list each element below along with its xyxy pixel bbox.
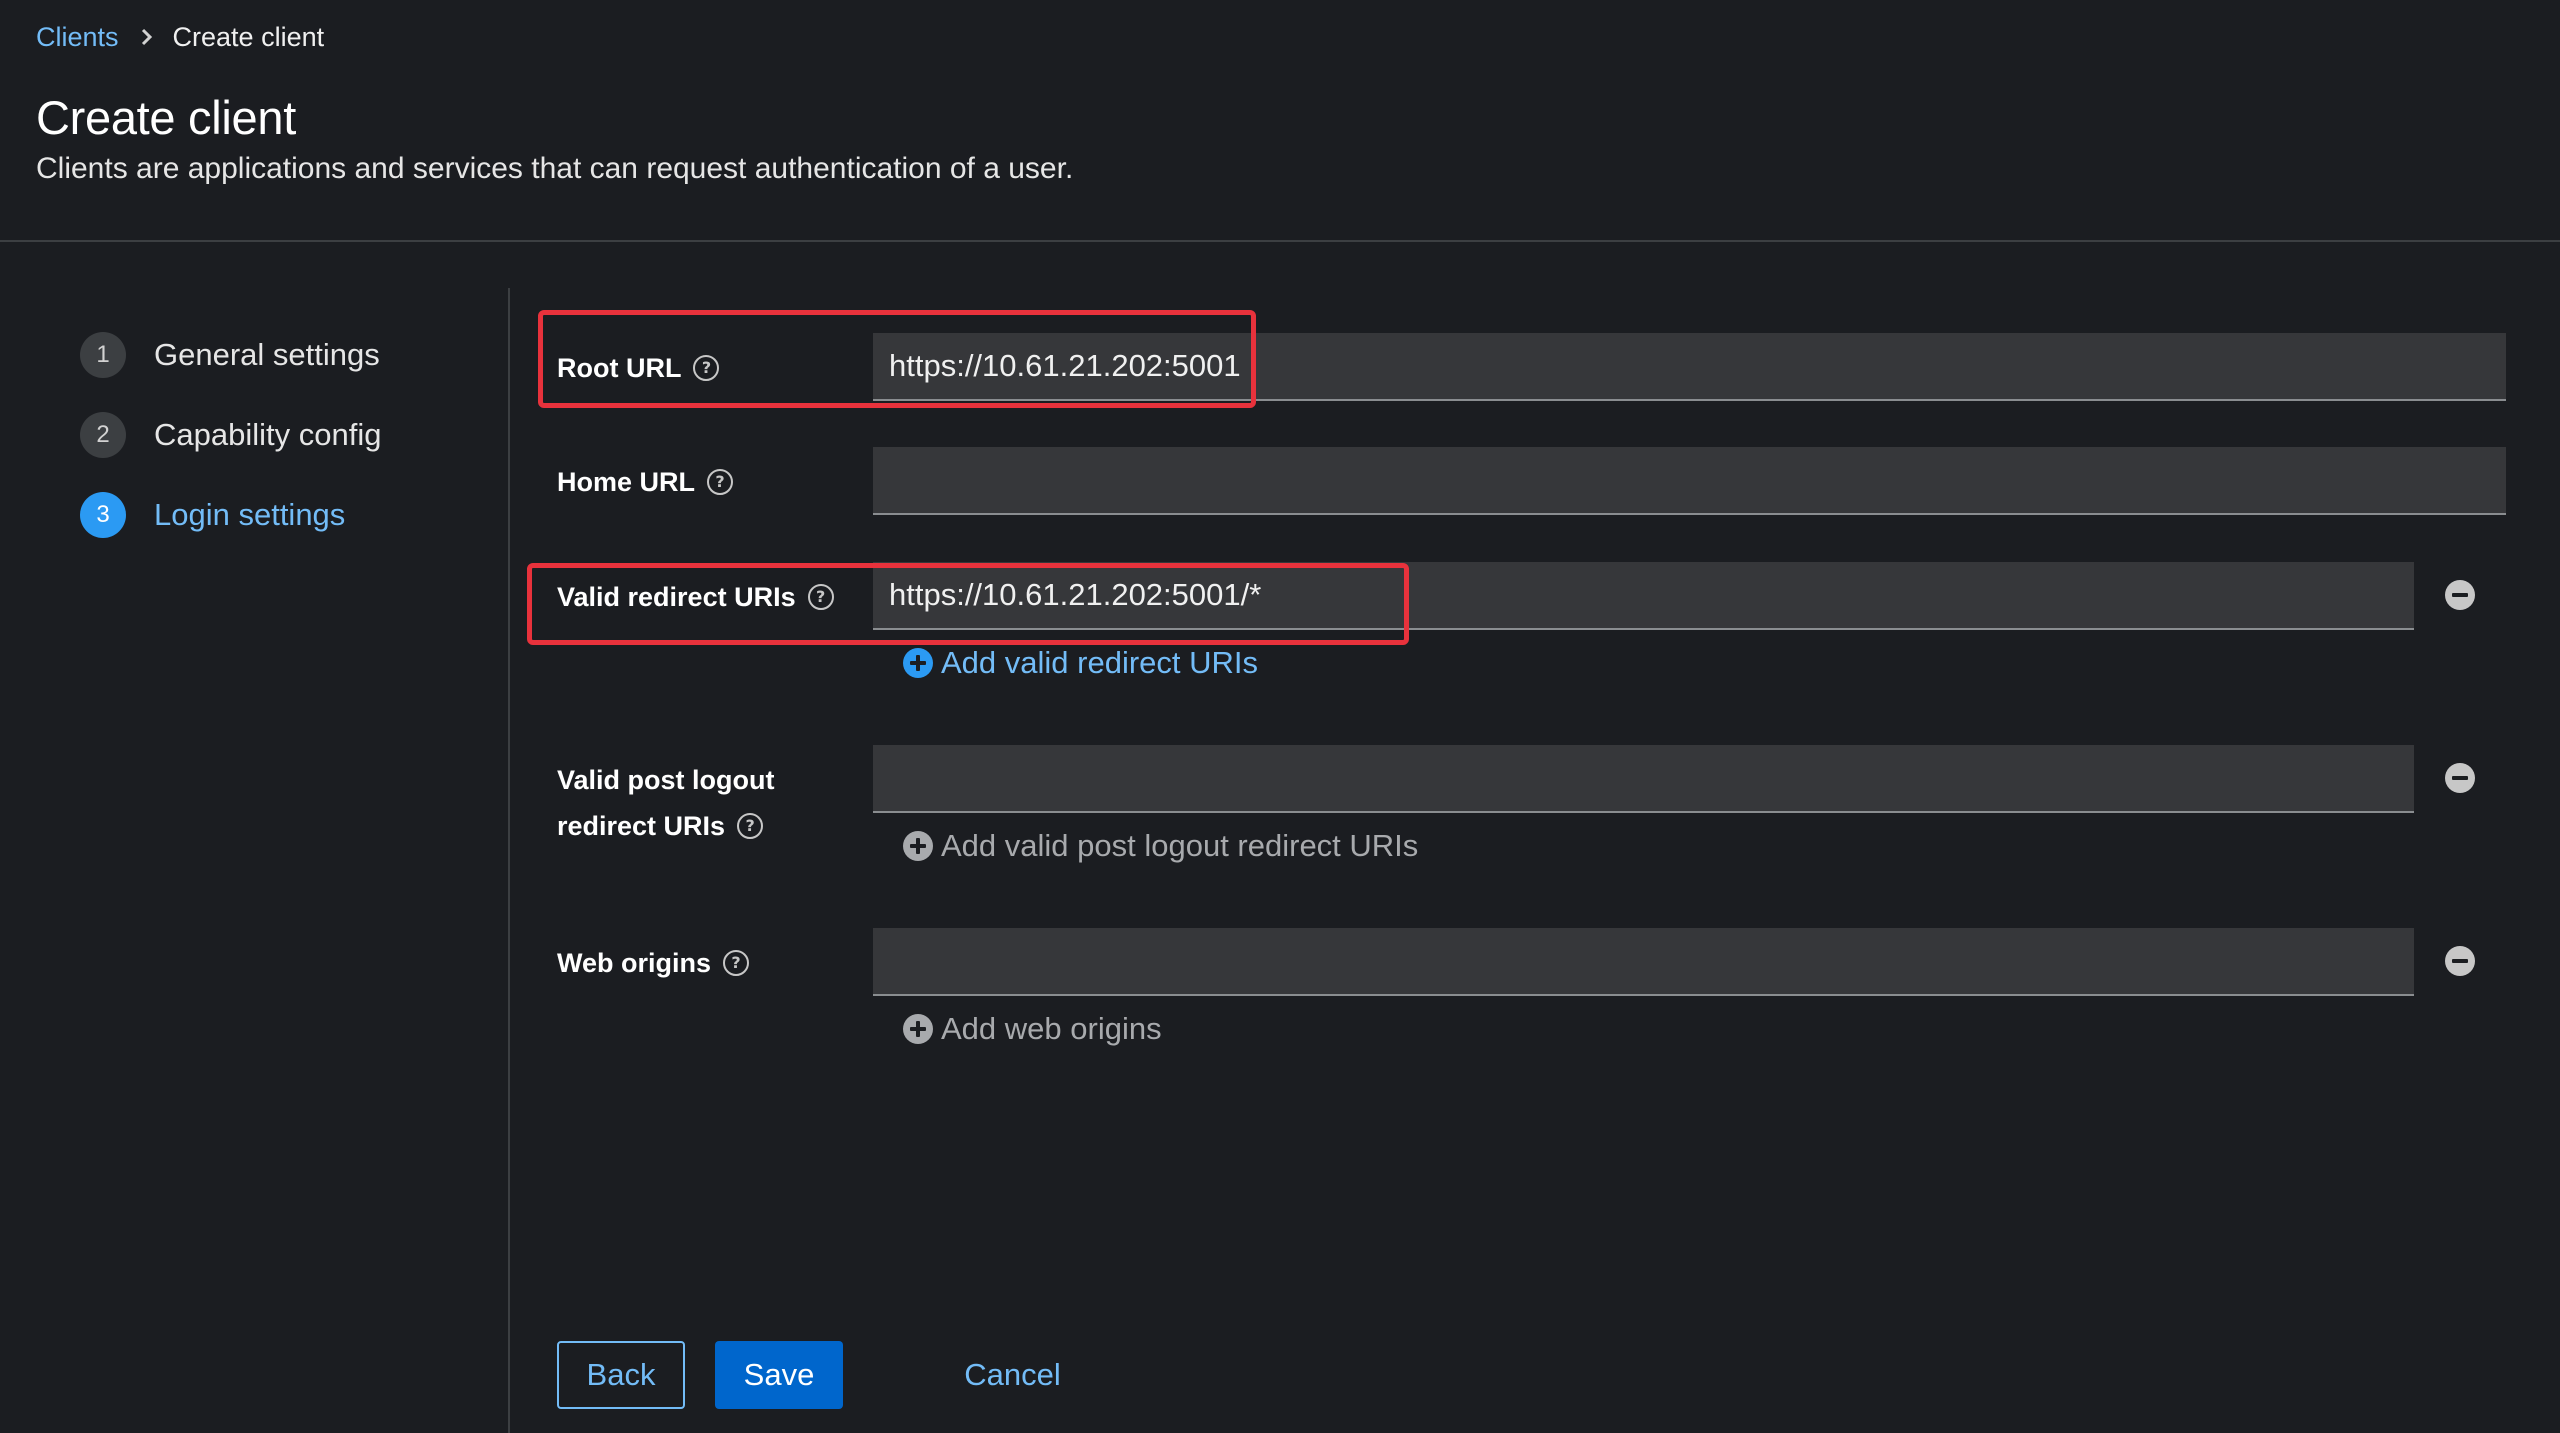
breadcrumb-clients-link[interactable]: Clients: [36, 22, 119, 53]
add-valid-redirect-uris-text: Add valid redirect URIs: [941, 645, 1259, 680]
add-valid-redirect-uris-link[interactable]: Add valid redirect URIs: [903, 645, 1258, 681]
web-origins-label-text: Web origins: [557, 948, 712, 978]
wizard-nav: 1 General settings 2 Capability config 3…: [0, 288, 510, 1433]
remove-web-origin-icon[interactable]: [2445, 946, 2475, 976]
step-number: 3: [80, 492, 126, 538]
web-origins-input[interactable]: [873, 928, 2414, 996]
help-icon[interactable]: ?: [807, 583, 834, 610]
plus-circle-icon: [903, 648, 933, 678]
home-url-input[interactable]: [873, 447, 2506, 515]
plus-circle-icon: [903, 1014, 933, 1044]
step-label: Login settings: [154, 497, 346, 532]
wizard-step-capability-config[interactable]: 2 Capability config: [80, 412, 381, 458]
step-number: 2: [80, 412, 126, 458]
add-valid-post-logout-text: Add valid post logout redirect URIs: [941, 828, 1419, 863]
help-icon[interactable]: ?: [737, 812, 764, 839]
add-web-origins-link[interactable]: Add web origins: [903, 1011, 1162, 1047]
breadcrumb: Clients Create client: [36, 20, 324, 54]
plus-circle-icon: [903, 831, 933, 861]
breadcrumb-current: Create client: [172, 21, 325, 52]
valid-post-logout-label-line2: redirect URIs: [557, 811, 726, 841]
page-title: Create client: [36, 91, 296, 144]
root-url-label: Root URL?: [557, 345, 720, 391]
chevron-right-icon: [141, 28, 153, 46]
remove-post-logout-uri-icon[interactable]: [2445, 763, 2475, 793]
help-icon[interactable]: ?: [707, 468, 734, 495]
valid-post-logout-redirect-uris-input[interactable]: [873, 745, 2414, 813]
add-web-origins-text: Add web origins: [941, 1011, 1162, 1046]
page-description: Clients are applications and services th…: [36, 152, 1074, 185]
step-number: 1: [80, 332, 126, 378]
step-label: General settings: [154, 337, 380, 372]
web-origins-label: Web origins?: [557, 940, 750, 986]
valid-redirect-uris-label-text: Valid redirect URIs: [557, 582, 796, 612]
cancel-button[interactable]: Cancel: [940, 1341, 1085, 1409]
header-divider: [0, 240, 2560, 242]
wizard-step-general-settings[interactable]: 1 General settings: [80, 332, 380, 378]
back-button[interactable]: Back: [557, 1341, 685, 1409]
remove-redirect-uri-icon[interactable]: [2445, 580, 2475, 610]
valid-redirect-uris-label: Valid redirect URIs?: [557, 574, 834, 620]
root-url-input[interactable]: [873, 333, 2506, 401]
valid-post-logout-redirect-uris-label: Valid post logout redirect URIs?: [557, 757, 775, 849]
create-client-page: Clients Create client Create client Clie…: [0, 0, 2560, 1433]
save-button[interactable]: Save: [715, 1341, 843, 1409]
valid-post-logout-label-line1: Valid post logout: [557, 765, 775, 795]
home-url-label-text: Home URL: [557, 467, 696, 497]
step-label: Capability config: [154, 417, 382, 452]
root-url-label-text: Root URL: [557, 353, 682, 383]
home-url-label: Home URL?: [557, 459, 734, 505]
add-valid-post-logout-redirect-uris-link[interactable]: Add valid post logout redirect URIs: [903, 828, 1418, 864]
help-icon[interactable]: ?: [723, 949, 750, 976]
wizard-step-login-settings[interactable]: 3 Login settings: [80, 492, 345, 538]
help-icon[interactable]: ?: [693, 354, 720, 381]
valid-redirect-uris-input[interactable]: [873, 562, 2414, 630]
